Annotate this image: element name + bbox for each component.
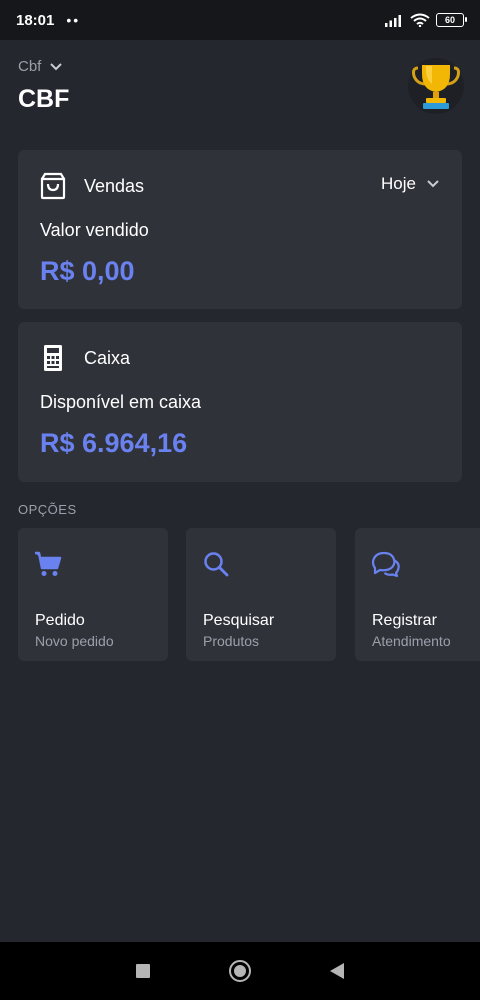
cash-card-header: Caixa (40, 344, 130, 372)
header: Cbf CBF (18, 58, 69, 114)
battery-icon: 60 (436, 13, 467, 27)
option-pesquisar-subtitle: Produtos (203, 633, 260, 649)
battery-level: 60 (444, 15, 455, 25)
status-notification-dots: •• (66, 12, 81, 28)
sales-card-title: Vendas (84, 175, 145, 196)
status-left: 18:01 •• (16, 12, 80, 29)
cash-value: R$ 6.964,16 (40, 428, 188, 458)
option-registrar-title: Registrar (372, 612, 437, 629)
period-dropdown-label: Hoje (381, 174, 416, 193)
trophy-icon (412, 65, 460, 109)
option-pedido-title: Pedido (35, 612, 85, 629)
sales-value: R$ 0,00 (40, 256, 135, 286)
option-pedido[interactable]: Pedido Novo pedido (18, 528, 168, 661)
status-right: 60 (384, 13, 467, 27)
cash-register-icon (44, 345, 62, 371)
period-dropdown[interactable]: Hoje (381, 174, 440, 194)
options-section-label: OPÇÕES (18, 502, 77, 517)
status-time: 18:01 (16, 11, 55, 29)
cash-card: Caixa Disponível em caixa R$ 6.964,16 (18, 322, 462, 482)
trophy-button[interactable] (408, 58, 464, 114)
chevron-down-icon (427, 180, 439, 188)
cash-label: Disponível em caixa (40, 392, 202, 412)
cash-card-title: Caixa (84, 347, 131, 368)
option-pedido-subtitle: Novo pedido (35, 633, 114, 649)
option-registrar-subtitle: Atendimento (372, 633, 451, 649)
chevron-down-icon (50, 62, 63, 70)
company-selector[interactable]: Cbf (18, 58, 69, 75)
sales-card-header: Vendas (40, 172, 144, 200)
option-pesquisar[interactable]: Pesquisar Produtos (186, 528, 336, 661)
shopping-bag-icon (40, 172, 66, 200)
wifi-icon (410, 13, 430, 27)
recent-apps-button[interactable] (135, 964, 150, 978)
company-select-label: Cbf (18, 58, 42, 75)
home-button[interactable] (228, 960, 251, 982)
status-bar: 18:01 •• 60 (0, 0, 480, 40)
back-button[interactable] (330, 963, 345, 979)
system-nav-bar (0, 942, 480, 1000)
company-name: CBF (18, 85, 70, 113)
search-icon (202, 550, 230, 583)
option-pesquisar-title: Pesquisar (203, 612, 275, 629)
cart-icon (34, 550, 62, 583)
sales-card: Vendas Hoje Valor vendido R$ 0,00 (18, 150, 462, 309)
option-registrar[interactable]: Registrar Atendimento (355, 528, 480, 661)
sales-label: Valor vendido (40, 220, 149, 240)
signal-icon (385, 15, 401, 27)
chat-icon (371, 550, 401, 583)
